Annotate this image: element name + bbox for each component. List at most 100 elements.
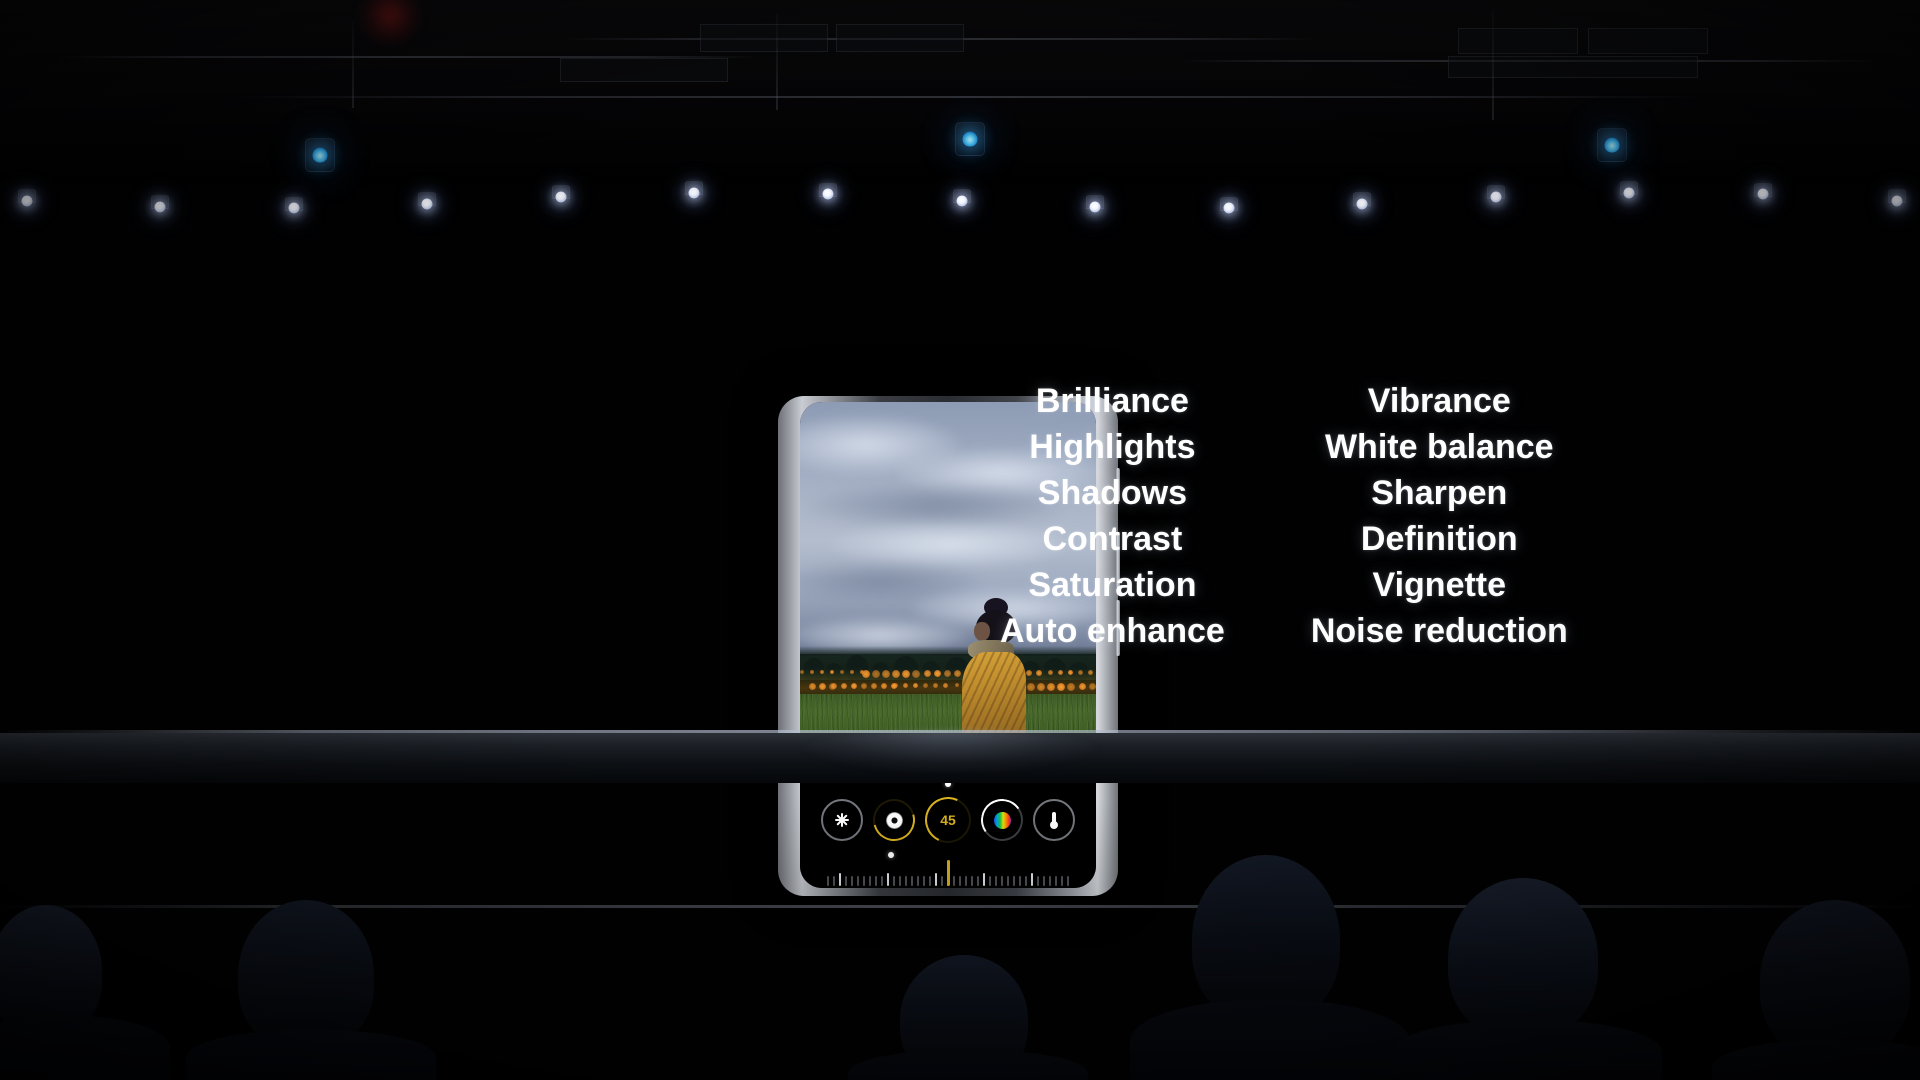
ruler-tick [953,876,955,886]
ceiling-lamp [804,171,851,218]
lamp-bulb [1757,188,1769,200]
ruler-tick [1061,876,1063,886]
feature-item: Highlights [1029,428,1196,466]
feature-item: Noise reduction [1310,612,1568,650]
lamp-bulb [956,195,967,207]
flower [800,670,804,674]
flower [913,683,918,688]
flower [810,670,814,674]
feature-item: Brilliance [1035,382,1189,420]
ruler-tick [1031,873,1033,886]
ruler-tick [869,876,871,886]
flower [933,683,938,688]
lamp-bulb [1356,198,1368,210]
flower [1089,683,1096,690]
feature-item: Auto enhance [1000,612,1225,650]
flower [871,683,877,689]
flower [881,683,887,689]
ruler-tick [923,876,925,886]
audience-head [1448,878,1598,1038]
adjustment-temperature[interactable] [1033,799,1075,841]
spotlight-beam [312,147,328,163]
lamp-bulb [1089,201,1101,213]
ceiling-lamp [3,177,50,224]
color-icon [993,811,1011,829]
lamp-bulb [154,201,166,213]
auto-enhance-icon [835,813,850,828]
ceiling-lamp [671,169,718,216]
audience-shoulders [1712,1040,1920,1080]
blue-spotlight [955,122,985,156]
flower [882,670,890,678]
feature-item: Saturation [1028,566,1197,604]
ceiling-lamp [1873,177,1920,224]
truss-box [1458,28,1578,54]
flower [861,683,867,689]
ruler-tick [1037,876,1039,886]
ruler-needle[interactable] [946,860,950,886]
feature-column-left: Brilliance Highlights Shadows Contrast Satur… [1000,378,1225,654]
ruler-tick [899,876,901,886]
intensity-ruler[interactable] [800,860,1096,886]
photo-editor-toolbar[interactable]: 45 [800,772,1096,888]
face [974,622,990,641]
flower [850,670,854,674]
temperature-icon [1050,811,1058,829]
adjustment-saturation[interactable]: 45 [918,790,978,850]
truss-box [560,58,728,82]
ruler-tick [989,876,991,886]
flower [872,670,880,678]
flower [809,683,816,690]
lamp-bulb [21,195,32,206]
audience-shoulders [0,1016,170,1080]
flower [903,683,908,688]
ruler-tick [839,873,841,886]
ruler-tick [917,876,919,886]
lamp-bulb [1623,187,1635,199]
ruler-tick [935,873,937,886]
feature-item: Vignette [1372,566,1507,604]
flower [944,670,951,677]
flower [1047,683,1055,691]
ruler-tick [827,876,829,886]
feature-item: Shadows [1037,474,1188,512]
ruler-tick [971,876,973,886]
audience-head [1760,900,1910,1060]
flower [840,670,844,674]
feature-list-columns: Brilliance Highlights Shadows Contrast Satur… [1000,378,1568,654]
ruler-tick [1001,876,1003,886]
lamp-bulb [288,202,300,214]
ceiling-lamp [137,183,184,230]
lamp-bulb [1490,191,1502,203]
ruler-tick [875,876,877,886]
ruler-tick [1013,876,1015,886]
keynote-stage-scene: SATURATION [0,0,1920,1080]
adjustment-auto-enhance[interactable] [821,799,863,841]
feature-item: Contrast [1042,520,1183,558]
flower [902,670,910,678]
spotlight-beam [1604,137,1620,153]
dial-ring-progress [865,791,923,849]
ceiling-lamp [1606,169,1653,216]
flower [892,670,900,678]
ceiling-lamp [537,173,584,220]
audience-shoulders [848,1050,1088,1080]
ceiling-lamp [1739,171,1786,218]
ruler-tick [1067,876,1069,886]
flower [1068,670,1073,675]
audience-head [238,900,374,1050]
flower [820,670,824,674]
ruler-tick [1025,876,1027,886]
ceiling-lamp [1205,185,1252,232]
ruler-tick [851,876,853,886]
adjustment-dial-row[interactable]: 45 [800,790,1096,850]
ruler-tick [857,876,859,886]
adjustment-color[interactable] [977,795,1027,845]
ceiling-truss-band [0,0,1920,185]
audience-head [1192,855,1340,1023]
ruler-tick [983,873,985,886]
ruler-tick [833,876,835,886]
adjustment-exposure[interactable] [865,791,923,849]
ceiling-lamp [1072,183,1119,230]
lower-slider-dot[interactable] [888,852,894,858]
